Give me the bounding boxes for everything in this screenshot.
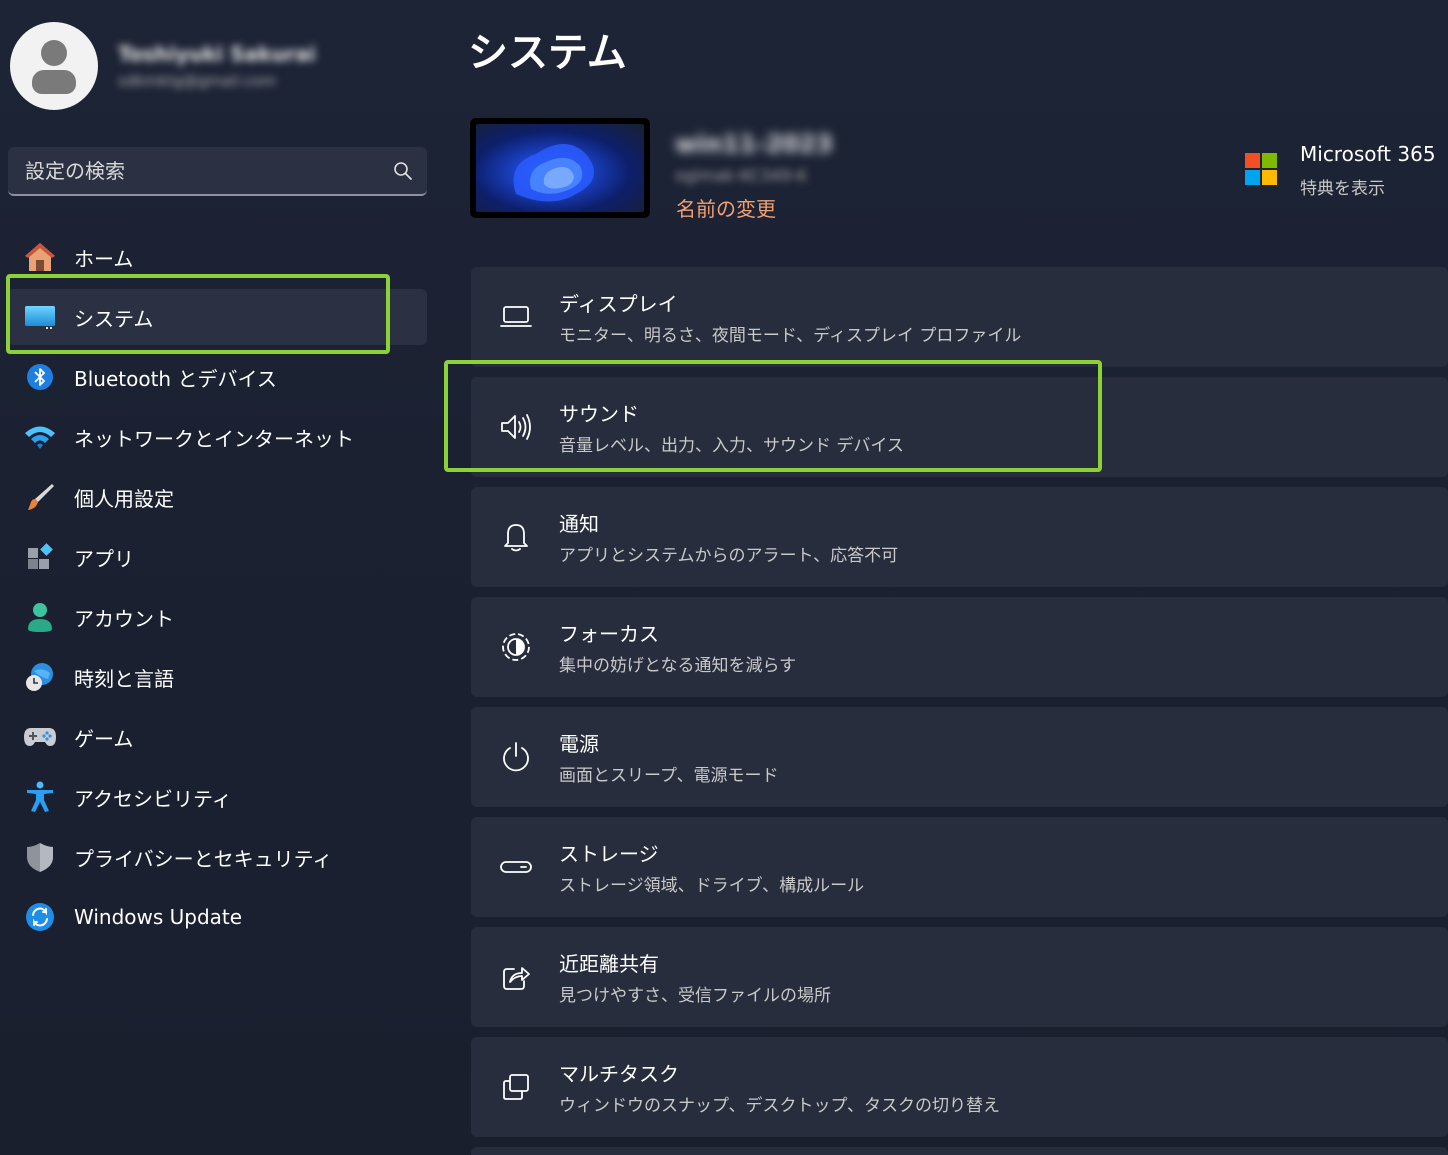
sidebar-item-label: アプリ xyxy=(74,546,134,571)
accessibility-icon xyxy=(20,779,60,815)
avatar[interactable] xyxy=(10,22,98,110)
setting-card-partial[interactable] xyxy=(471,1147,1448,1155)
setting-card-focus[interactable]: フォーカス 集中の妨げとなる通知を減らす xyxy=(471,597,1448,697)
ms365-promo[interactable]: Microsoft 365 特典を表示 xyxy=(1245,142,1436,199)
sidebar-item-label: Windows Update xyxy=(74,905,243,929)
setting-card-storage[interactable]: ストレージ ストレージ領域、ドライブ、構成ルール xyxy=(471,817,1448,917)
card-title: マルチタスク xyxy=(559,1062,679,1086)
sidebar-item-windows-update[interactable]: Windows Update xyxy=(8,889,427,945)
sidebar-item-accounts[interactable]: アカウント xyxy=(8,589,427,645)
apps-icon xyxy=(20,539,60,575)
card-description: ウィンドウのスナップ、デスクトップ、タスクの切り替え xyxy=(559,1096,1000,1116)
card-description: アプリとシステムからのアラート、応答不可 xyxy=(559,546,899,566)
setting-card-sound[interactable]: サウンド 音量レベル、出力、入力、サウンド デバイス xyxy=(471,377,1448,477)
sidebar-item-bluetooth[interactable]: Bluetooth とデバイス xyxy=(8,349,427,405)
card-description: 画面とスリープ、電源モード xyxy=(559,766,779,786)
sidebar-item-label: 個人用設定 xyxy=(74,486,174,511)
bluetooth-icon xyxy=(20,359,60,395)
card-title: サウンド xyxy=(559,402,639,426)
setting-card-display[interactable]: ディスプレイ モニター、明るさ、夜間モード、ディスプレイ プロファイル xyxy=(471,267,1448,367)
search-box[interactable] xyxy=(8,147,427,196)
gamepad-icon xyxy=(20,719,60,755)
settings-window: Toshiyuki Sakurai sdkmktg@gmail.com ホーム xyxy=(0,0,1448,1155)
sidebar-item-gaming[interactable]: ゲーム xyxy=(8,709,427,765)
system-icon xyxy=(20,299,60,335)
sidebar: Toshiyuki Sakurai sdkmktg@gmail.com ホーム xyxy=(0,0,440,1155)
laptop-icon xyxy=(496,297,536,337)
sidebar-item-label: アカウント xyxy=(74,606,174,631)
sidebar-item-accessibility[interactable]: アクセシビリティ xyxy=(8,769,427,825)
sidebar-item-label: ホーム xyxy=(74,246,134,271)
setting-card-notifications[interactable]: 通知 アプリとシステムからのアラート、応答不可 xyxy=(471,487,1448,587)
home-icon xyxy=(20,239,60,275)
speaker-icon xyxy=(496,407,536,447)
setting-card-power[interactable]: 電源 画面とスリープ、電源モード xyxy=(471,707,1448,807)
sidebar-item-time-language[interactable]: 時刻と言語 xyxy=(8,649,427,705)
sidebar-item-label: ゲーム xyxy=(74,726,134,751)
card-title: ストレージ xyxy=(559,842,659,866)
sidebar-item-system[interactable]: システム xyxy=(8,289,427,345)
sidebar-item-label: ネットワークとインターネット xyxy=(74,426,354,451)
sidebar-item-home[interactable]: ホーム xyxy=(8,229,427,285)
card-description: 見つけやすさ、受信ファイルの場所 xyxy=(559,986,831,1006)
page-title: システム xyxy=(468,30,627,76)
bell-icon xyxy=(496,517,536,557)
card-title: ディスプレイ xyxy=(559,292,678,316)
card-title: 通知 xyxy=(559,512,599,536)
sidebar-item-apps[interactable]: アプリ xyxy=(8,529,427,585)
setting-card-multitasking[interactable]: マルチタスク ウィンドウのスナップ、デスクトップ、タスクの切り替え xyxy=(471,1037,1448,1137)
update-icon xyxy=(20,899,60,935)
search-icon[interactable] xyxy=(379,147,427,195)
globe-clock-icon xyxy=(20,659,60,695)
multitask-icon xyxy=(496,1067,536,1107)
device-model: ogimak-KC349-K xyxy=(675,166,808,185)
device-wallpaper-thumbnail xyxy=(470,118,650,218)
power-icon xyxy=(496,737,536,777)
sidebar-item-label: プライバシーとセキュリティ xyxy=(74,846,333,871)
share-icon xyxy=(496,957,536,997)
card-description: 集中の妨げとなる通知を減らす xyxy=(559,656,797,676)
ms365-subtitle: 特典を表示 xyxy=(1300,179,1385,199)
rename-link[interactable]: 名前の変更 xyxy=(676,193,776,222)
ms365-title: Microsoft 365 xyxy=(1300,142,1436,166)
sidebar-item-personalization[interactable]: 個人用設定 xyxy=(8,469,427,525)
search-input[interactable] xyxy=(25,158,379,183)
setting-card-nearby-sharing[interactable]: 近距離共有 見つけやすさ、受信ファイルの場所 xyxy=(471,927,1448,1027)
brush-icon xyxy=(20,479,60,515)
microsoft-logo-icon xyxy=(1245,153,1277,185)
sidebar-item-label: システム xyxy=(74,306,154,331)
user-profile[interactable]: Toshiyuki Sakurai sdkmktg@gmail.com xyxy=(10,22,316,110)
focus-icon xyxy=(496,627,536,667)
sidebar-item-network[interactable]: ネットワークとインターネット xyxy=(8,409,427,465)
device-name: win11-2023 xyxy=(675,130,833,158)
sidebar-item-label: Bluetooth とデバイス xyxy=(74,366,277,391)
card-title: 近距離共有 xyxy=(559,952,659,976)
sidebar-item-privacy[interactable]: プライバシーとセキュリティ xyxy=(8,829,427,885)
shield-icon xyxy=(20,839,60,875)
card-title: 電源 xyxy=(559,732,599,756)
card-description: 音量レベル、出力、入力、サウンド デバイス xyxy=(559,436,904,456)
card-title: フォーカス xyxy=(559,622,659,646)
main-content: システム win11-2023 ogimak-KC349-K 名前の変更 Mic… xyxy=(440,0,1448,1155)
card-description: モニター、明るさ、夜間モード、ディスプレイ プロファイル xyxy=(559,326,1022,346)
storage-icon xyxy=(496,847,536,887)
user-email: sdkmktg@gmail.com xyxy=(118,72,277,90)
account-icon xyxy=(20,599,60,635)
wifi-icon xyxy=(20,419,60,455)
user-name: Toshiyuki Sakurai xyxy=(118,42,316,66)
sidebar-item-label: 時刻と言語 xyxy=(74,666,174,691)
card-description: ストレージ領域、ドライブ、構成ルール xyxy=(559,876,865,896)
sidebar-item-label: アクセシビリティ xyxy=(74,786,232,811)
